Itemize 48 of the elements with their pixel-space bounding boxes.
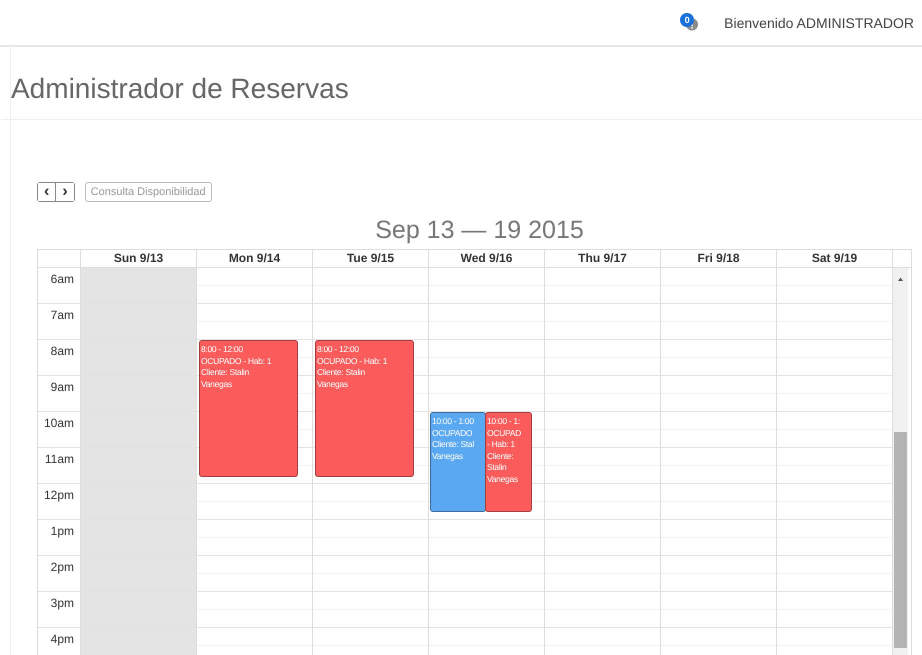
day-header: Mon 9/14 (196, 250, 312, 267)
hour-label: 8am (50, 344, 74, 358)
hour-label: 2pm (50, 560, 74, 574)
day-header: Fri 9/18 (660, 250, 776, 267)
event-text: Vanegas (317, 378, 348, 390)
next-button[interactable]: › (55, 183, 74, 201)
event-text: Cliente: Stal (432, 439, 474, 450)
event-text: 8:00 - 12:00 (201, 344, 243, 356)
hour-label: 3pm (50, 596, 74, 610)
day-header: Sun 9/13 (80, 250, 196, 267)
event-block[interactable]: 8:00 - 12:00 OCUPADO - Hab: 1 Cliente: Stalin Vanegas (315, 340, 414, 477)
event-text: Cliente: (487, 450, 514, 462)
hour-label: 1pm (50, 524, 74, 538)
hour-label: 12pm (44, 488, 74, 502)
page-title: Administrador de Reservas (1, 47, 922, 120)
event-text: OCUPAD (487, 428, 521, 439)
welcome-text: Bienvenido ADMINISTRADOR (724, 14, 914, 30)
event-block[interactable]: 10:00 - 1:00 OCUPADO Cliente: Stal Vanegas (430, 412, 486, 512)
date-range-title: Sep 13 — 19 2015 (374, 216, 585, 245)
hour-label: 10am (44, 416, 74, 430)
event-text: 10:00 - 1:00 (432, 416, 474, 428)
event-text: OCUPADO - Hab: 1 (201, 356, 272, 367)
availability-button[interactable]: Consulta Disponibilidad (84, 182, 212, 202)
scrollbar[interactable] (892, 268, 908, 655)
event-text: - Hab: 1 (487, 439, 515, 450)
event-text: Vanegas (432, 450, 463, 462)
hour-label: 4pm (50, 632, 74, 646)
day-header: Thu 9/17 (544, 250, 660, 267)
event-block[interactable]: 8:00 - 12:00 OCUPADO - Hab: 1 Cliente: Stalin Vanegas (199, 340, 298, 477)
notification-count: 0 (680, 12, 694, 26)
hour-label: 11am (44, 452, 74, 466)
hour-label: 9am (50, 380, 74, 394)
day-header: Wed 9/16 (428, 250, 544, 267)
event-text: OCUPADO - Hab: 1 (317, 356, 388, 367)
event-text: Vanegas (201, 378, 232, 390)
day-header: Sat 9/19 (776, 250, 892, 267)
event-text: OCUPADO (432, 428, 472, 439)
event-text: Vanegas (487, 474, 518, 485)
day-header: Tue 9/15 (312, 250, 428, 267)
event-text: Cliente: Stalin (201, 367, 249, 378)
event-text: Cliente: Stalin (317, 367, 365, 378)
event-text: Stalin (487, 462, 506, 474)
hour-label: 6am (50, 272, 74, 286)
event-text: 8:00 - 12:00 (317, 344, 359, 356)
notification-indicator[interactable]: 0 (680, 12, 702, 32)
hour-label: 7am (50, 308, 74, 322)
event-block[interactable]: 10:00 - 1: OCUPAD - Hab: 1 Cliente: Stalin Vanegas (485, 412, 532, 512)
event-text: 10:00 - 1: (487, 416, 520, 428)
